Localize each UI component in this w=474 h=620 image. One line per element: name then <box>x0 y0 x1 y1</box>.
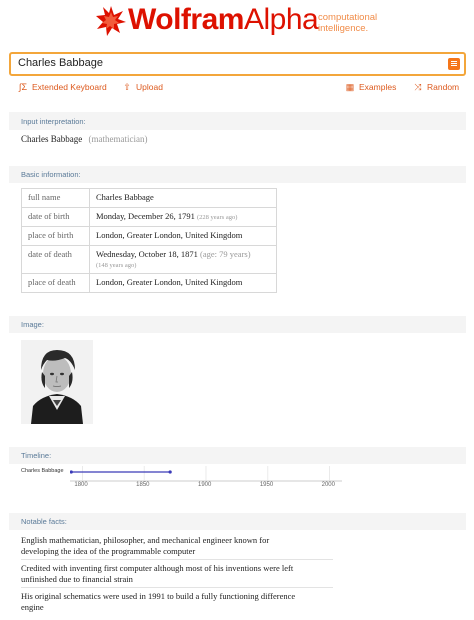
facts-pod-header <box>9 513 466 530</box>
upload-button[interactable]: ⇧ Upload <box>122 82 163 93</box>
lifespan-endpoint <box>168 470 172 474</box>
birth-date-note: (228 years ago) <box>196 214 238 221</box>
extended-keyboard-button[interactable]: ∫Σ Extended Keyboard <box>18 82 107 92</box>
wordmark-wolfram: Wolfram <box>128 3 244 36</box>
input-qualifier: (mathematician) <box>88 134 148 144</box>
lifespan-endpoint <box>70 470 73 474</box>
row-value: Wednesday, October 18, 1871 (age: 79 yea… <box>89 245 277 274</box>
fact-line: Credited with inventing first computer a… <box>21 563 294 573</box>
fact-divider <box>21 587 333 588</box>
row-key: place of death <box>21 273 90 293</box>
table-row: full name Charles Babbage <box>21 188 277 208</box>
fact-divider <box>21 559 333 560</box>
row-value: Charles Babbage <box>89 188 277 208</box>
fact-item: English mathematician, philosopher, and … <box>21 535 333 557</box>
row-value: London, Greater London, United Kingdom <box>89 226 277 246</box>
input-name: Charles Babbage <box>21 134 83 144</box>
fact-line: developing the idea of the programmable … <box>21 546 196 556</box>
row-key: place of birth <box>21 226 90 246</box>
toolbar: ∫Σ Extended Keyboard ⇧ Upload ▦ Examples ⤨ R… <box>0 82 474 96</box>
fact-line: unfinished due to financial strain <box>21 574 133 584</box>
random-button[interactable]: ⤨ Random <box>413 82 459 93</box>
wolfram-star-logo-icon[interactable] <box>95 5 127 37</box>
timeline-tick-labels: 1800 1850 1900 1950 2000 <box>70 482 342 492</box>
image-pod-label: Image: <box>21 320 44 329</box>
table-row: date of birth Monday, December 26, 1791 … <box>21 207 277 227</box>
birth-date-value: Monday, December 26, 1791 <box>96 211 195 221</box>
extended-keyboard-label: Extended Keyboard <box>32 82 107 92</box>
timeline-tick-label: 1950 <box>259 482 274 488</box>
birth-place-value: London, Greater London, United Kingdom <box>96 230 243 240</box>
fact-line: engine <box>21 602 44 612</box>
search-input[interactable] <box>18 57 418 69</box>
input-pod-label: Input interpretation: <box>21 117 86 126</box>
death-place-value: London, Greater London, United Kingdom <box>96 277 243 287</box>
shuffle-icon: ⤨ <box>414 82 422 92</box>
tagline: computational intelligence. <box>318 12 418 34</box>
portrait-image[interactable] <box>21 340 93 424</box>
fact-item: Credited with inventing first computer a… <box>21 563 333 585</box>
facts-pod-label: Notable facts: <box>21 517 67 526</box>
table-row: date of death Wednesday, October 18, 187… <box>21 245 277 274</box>
header: WolframAlpha computational intelligence. <box>0 0 474 48</box>
fact-line: English mathematician, philosopher, and … <box>21 535 270 545</box>
tagline-line2: intelligence. <box>318 23 369 34</box>
upload-icon: ⇧ <box>123 82 131 92</box>
grid-icon: ▦ <box>345 82 355 92</box>
fact-line: His original schematics were used in 199… <box>21 591 296 601</box>
row-key: date of birth <box>21 207 90 227</box>
search-submit-icon[interactable] <box>448 58 460 70</box>
death-ago-note: (148 years ago) <box>96 262 137 269</box>
death-age-note: (age: 79 years) <box>200 249 251 259</box>
full-name-value: Charles Babbage <box>96 192 154 202</box>
random-label: Random <box>427 82 460 92</box>
upload-label: Upload <box>136 82 163 92</box>
input-interpretation: Charles Babbage (mathematician) <box>21 134 147 144</box>
search-box <box>9 52 466 76</box>
timeline-tick-label: 1850 <box>136 482 150 488</box>
table-row: place of death London, Greater London, U… <box>21 273 277 293</box>
tagline-line1: computational <box>318 12 378 23</box>
timeline-tick-label: 2000 <box>321 482 335 488</box>
wordmark-alpha: Alpha <box>243 3 319 36</box>
row-value: London, Greater London, United Kingdom <box>89 273 277 293</box>
row-key: date of death <box>21 245 90 274</box>
table-row: place of birth London, Greater London, U… <box>21 226 277 246</box>
timeline-pod-header <box>9 447 466 464</box>
keyboard-icon: ∫Σ <box>18 82 28 92</box>
basic-pod-label: Basic information: <box>21 170 81 179</box>
wordmark[interactable]: WolframAlpha <box>128 3 319 37</box>
basic-info-table: full name Charles Babbage date of birth … <box>21 188 277 293</box>
death-date-value: Wednesday, October 18, 1871 <box>96 249 198 259</box>
examples-button[interactable]: ▦ Examples <box>345 82 397 93</box>
timeline-pod-label: Timeline: <box>21 451 52 460</box>
timeline-tick-label: 1800 <box>74 482 88 488</box>
timeline-series-label: Charles Babbage <box>21 468 64 474</box>
row-key: full name <box>21 188 90 208</box>
row-value: Monday, December 26, 1791 (228 years ago… <box>89 207 277 227</box>
examples-label: Examples <box>359 82 397 92</box>
fact-item: His original schematics were used in 199… <box>21 591 333 613</box>
timeline-tick-label: 1900 <box>198 482 212 488</box>
image-pod-header <box>9 316 466 333</box>
